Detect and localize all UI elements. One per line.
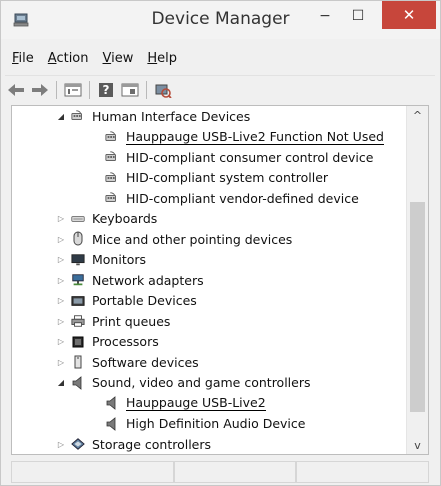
maximize-button[interactable]: ☐ xyxy=(341,1,375,31)
close-button[interactable]: ✕ xyxy=(382,1,436,29)
hid-icon xyxy=(71,109,85,123)
expanded-arrow-icon[interactable]: ◢ xyxy=(57,378,65,387)
device-tree: ◢ Human Interface Devices Hauppauge USB-Li… xyxy=(12,106,408,454)
toolbar-separator xyxy=(89,80,90,99)
menu-action[interactable]: Action xyxy=(41,49,96,73)
tree-node-label: Processors xyxy=(92,334,159,350)
tree-node-label: Hauppauge USB-Live2 Function Not Used xyxy=(126,128,384,145)
help-icon[interactable]: ? xyxy=(95,79,117,101)
collapsed-arrow-icon[interactable]: ▷ xyxy=(57,317,65,326)
processor-icon xyxy=(71,335,85,349)
tree-node-label: Portable Devices xyxy=(92,293,197,309)
tree-category-node[interactable]: ▷ Storage controllers xyxy=(12,434,408,454)
tree-node-label: Network adapters xyxy=(92,272,204,288)
hid-icon xyxy=(105,191,119,205)
toolbar: ? xyxy=(5,75,435,103)
device-tree-panel[interactable]: ◢ Human Interface Devices Hauppauge USB-Li… xyxy=(11,105,429,455)
tree-device-node[interactable]: Hauppauge USB-Live2 Function Not Used xyxy=(12,127,408,148)
tree-node-label: Sound, video and game controllers xyxy=(92,375,311,391)
hid-icon xyxy=(105,130,119,144)
back-arrow-icon[interactable] xyxy=(5,79,27,101)
tree-device-node[interactable]: Hauppauge USB-Live2 xyxy=(12,393,408,414)
network-icon xyxy=(71,273,85,287)
portable-device-icon xyxy=(71,294,85,308)
speaker-icon xyxy=(105,416,119,431)
tree-node-label: Software devices xyxy=(92,354,199,370)
tree-node-label: Keyboards xyxy=(92,211,158,227)
minimize-button[interactable]: − xyxy=(308,1,342,31)
scan-hardware-icon[interactable] xyxy=(152,79,174,101)
menu-file-label: ile xyxy=(18,51,34,66)
menu-help-label: elp xyxy=(157,51,178,66)
properties-icon[interactable] xyxy=(62,79,84,101)
tree-node-label: Monitors xyxy=(92,252,147,268)
status-cell xyxy=(296,461,429,483)
speaker-icon xyxy=(105,396,119,411)
hid-icon xyxy=(105,150,119,164)
tree-node-label: Mice and other pointing devices xyxy=(92,231,293,247)
collapsed-arrow-icon[interactable]: ▷ xyxy=(57,214,65,223)
tree-category-node[interactable]: ▷ Keyboards xyxy=(12,209,408,230)
collapsed-arrow-icon[interactable]: ▷ xyxy=(57,296,65,305)
menu-action-label: ction xyxy=(56,51,89,66)
device-manager-window: Device Manager − ☐ ✕ File Action View He… xyxy=(0,0,441,486)
menu-view-accel: V xyxy=(102,51,112,66)
collapsed-arrow-icon[interactable]: ▷ xyxy=(57,235,65,244)
hid-icon xyxy=(105,171,119,185)
tree-category-node[interactable]: ▷ Software devices xyxy=(12,352,408,373)
tree-category-node[interactable]: ◢ Sound, video and game controllers xyxy=(12,373,408,394)
tree-device-node[interactable]: HID-compliant consumer control device xyxy=(12,147,408,168)
collapsed-arrow-icon[interactable]: ▷ xyxy=(57,337,65,346)
toolbar-separator xyxy=(146,80,147,99)
tree-node-label: HID-compliant consumer control device xyxy=(126,149,374,165)
tree-node-label: High Definition Audio Device xyxy=(126,416,306,432)
menu-view-label: iew xyxy=(111,51,134,66)
tree-category-node[interactable]: ▷ Print queues xyxy=(12,311,408,332)
toolbar-separator xyxy=(56,80,57,99)
tree-category-node[interactable]: ▷ Processors xyxy=(12,332,408,353)
collapsed-arrow-icon[interactable]: ▷ xyxy=(57,255,65,264)
collapsed-arrow-icon[interactable]: ▷ xyxy=(57,440,65,449)
expanded-arrow-icon[interactable]: ◢ xyxy=(57,112,65,121)
view-icon[interactable] xyxy=(119,79,141,101)
printer-icon xyxy=(71,314,85,328)
menu-bar: File Action View Help xyxy=(5,49,184,73)
status-cell xyxy=(174,461,296,483)
menu-file[interactable]: File xyxy=(5,49,41,73)
tree-category-node[interactable]: ▷ Mice and other pointing devices xyxy=(12,229,408,250)
storage-icon xyxy=(71,437,85,451)
collapsed-arrow-icon[interactable]: ▷ xyxy=(57,358,65,367)
tree-node-label: Human Interface Devices xyxy=(92,108,251,124)
mouse-icon xyxy=(71,231,85,246)
tree-node-label: Hauppauge USB-Live2 xyxy=(126,395,266,412)
speaker-icon xyxy=(71,375,85,390)
menu-help-accel: H xyxy=(147,51,158,66)
status-bar xyxy=(11,461,429,483)
tree-node-label: Print queues xyxy=(92,313,171,329)
tree-device-node[interactable]: HID-compliant vendor-defined device xyxy=(12,188,408,209)
forward-arrow-icon[interactable] xyxy=(29,79,51,101)
tree-category-node[interactable]: ▷ Portable Devices xyxy=(12,291,408,312)
status-cell xyxy=(11,461,174,483)
tree-node-label: HID-compliant vendor-defined device xyxy=(126,190,359,206)
scroll-thumb[interactable] xyxy=(410,202,425,412)
scroll-up-button[interactable]: ^ xyxy=(407,106,428,124)
monitor-icon xyxy=(71,253,85,267)
tree-category-node[interactable]: ▷ Network adapters xyxy=(12,270,408,291)
tree-node-label: HID-compliant system controller xyxy=(126,170,329,186)
help-glyph: ? xyxy=(102,82,110,97)
menu-view[interactable]: View xyxy=(96,49,141,73)
keyboard-icon xyxy=(71,212,85,226)
vertical-scrollbar[interactable]: ^ v xyxy=(406,106,428,454)
menu-help[interactable]: Help xyxy=(140,49,184,73)
title-bar[interactable]: Device Manager − ☐ ✕ xyxy=(1,1,440,39)
tree-device-node[interactable]: HID-compliant system controller xyxy=(12,168,408,189)
scroll-down-button[interactable]: v xyxy=(407,436,428,454)
tree-category-node[interactable]: ▷ Monitors xyxy=(12,250,408,271)
tree-category-node[interactable]: ◢ Human Interface Devices xyxy=(12,106,408,127)
tree-node-label: Storage controllers xyxy=(92,436,212,452)
collapsed-arrow-icon[interactable]: ▷ xyxy=(57,276,65,285)
tree-device-node[interactable]: High Definition Audio Device xyxy=(12,414,408,435)
software-device-icon xyxy=(71,355,85,369)
